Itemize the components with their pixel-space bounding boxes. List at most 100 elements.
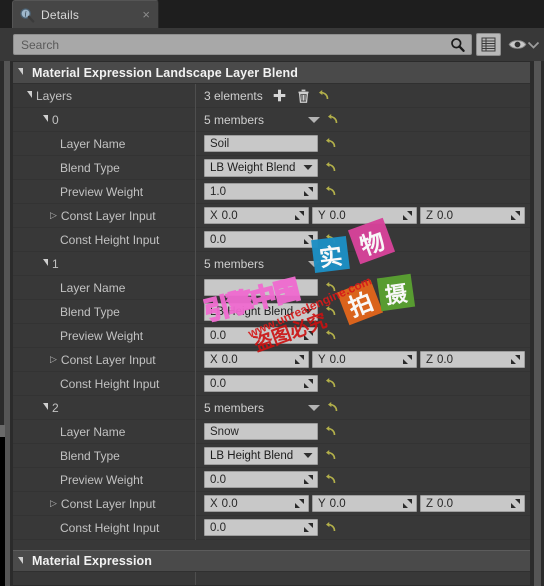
label-cell[interactable]: ▷ Const Layer Input (13, 203, 196, 228)
revert-arrow-icon[interactable] (324, 449, 337, 462)
revert-arrow-icon[interactable] (324, 137, 337, 150)
spinner-drag-icon[interactable] (303, 234, 314, 245)
row-const-layer-input: ▷ Const Layer Input X 0.0 Y 0.0 Z 0.0 (13, 203, 530, 228)
preview-weight-input[interactable]: 1.0 (204, 183, 318, 200)
preview-weight-input[interactable]: 0.0 (204, 327, 318, 344)
property-label: Layer Name (60, 280, 126, 295)
revert-arrow-icon[interactable] (326, 257, 339, 270)
layer-name-input[interactable]: Soil (204, 135, 318, 152)
field-value: 0.0 (210, 473, 226, 486)
details-magnifier-icon: i (19, 7, 35, 23)
tab-details[interactable]: i Details × (12, 0, 159, 28)
blend-type-dropdown[interactable]: LB Height Blend (204, 446, 318, 465)
label-cell[interactable]: 0 (13, 107, 196, 132)
vector-input-group: X 0.0 Y 0.0 Z 0.0 (204, 207, 525, 224)
category-header-landscape-layer-blend[interactable]: Material Expression Landscape Layer Blen… (13, 62, 530, 84)
vector-z-input[interactable]: Z 0.0 (420, 207, 525, 224)
row-blend-type: Blend Type LB Height Blend (13, 443, 530, 468)
label-cell: Const Height Input (13, 371, 196, 396)
value-cell: 5 members (196, 108, 530, 132)
revert-arrow-icon[interactable] (326, 401, 339, 414)
member-count: 5 members (204, 112, 265, 127)
spinner-drag-icon[interactable] (510, 498, 521, 509)
revert-arrow-icon[interactable] (324, 521, 337, 534)
label-cell[interactable]: ▷ Const Layer Input (13, 347, 196, 372)
revert-arrow-icon[interactable] (324, 377, 337, 390)
revert-arrow-icon[interactable] (324, 281, 337, 294)
vector-y-input[interactable]: Y 0.0 (312, 207, 417, 224)
preview-weight-input[interactable]: 0.0 (204, 471, 318, 488)
field-value: 0.0 (437, 209, 454, 222)
vector-z-input[interactable]: Z 0.0 (420, 495, 525, 512)
blend-type-dropdown[interactable]: LB Weight Blend (204, 158, 318, 177)
revert-arrow-icon[interactable] (326, 113, 339, 126)
vector-z-input[interactable]: Z 0.0 (420, 351, 525, 368)
const-height-input[interactable]: 0.0 (204, 231, 318, 248)
revert-arrow-icon[interactable] (324, 233, 337, 246)
spinner-drag-icon[interactable] (303, 330, 314, 341)
grid-view-button[interactable] (476, 33, 501, 56)
revert-arrow-icon[interactable] (324, 161, 337, 174)
property-label: Layers (36, 88, 73, 103)
vector-y-input[interactable]: Y 0.0 (312, 495, 417, 512)
spinner-drag-icon[interactable] (402, 210, 413, 221)
spinner-drag-icon[interactable] (303, 186, 314, 197)
vector-x-input[interactable]: X 0.0 (204, 495, 309, 512)
vertical-scrollbar[interactable] (531, 61, 544, 586)
spinner-drag-icon[interactable] (294, 210, 305, 221)
spinner-drag-icon[interactable] (402, 498, 413, 509)
category-title: Material Expression (32, 554, 153, 568)
vector-x-input[interactable]: X 0.0 (204, 351, 309, 368)
const-height-input[interactable]: 0.0 (204, 519, 318, 536)
chevron-down-icon[interactable] (308, 404, 321, 411)
spinner-drag-icon[interactable] (510, 354, 521, 365)
chevron-down-icon[interactable] (308, 116, 321, 123)
blend-type-dropdown[interactable]: LB Height Blend (204, 302, 318, 321)
spinner-drag-icon[interactable] (510, 210, 521, 221)
spinner-drag-icon[interactable] (303, 474, 314, 485)
revert-arrow-icon[interactable] (324, 473, 337, 486)
label-cell[interactable]: ▷ Const Layer Input (13, 491, 196, 516)
revert-arrow-icon[interactable] (324, 329, 337, 342)
spinner-drag-icon[interactable] (303, 378, 314, 389)
revert-arrow-icon[interactable] (324, 185, 337, 198)
const-height-input[interactable]: 0.0 (204, 375, 318, 392)
vector-x-input[interactable]: X 0.0 (204, 207, 309, 224)
field-value: 1.0 (210, 185, 226, 198)
revert-arrow-icon[interactable] (324, 425, 337, 438)
layer-index-label: 0 (52, 112, 59, 127)
search-input[interactable]: Search (13, 34, 472, 55)
label-cell: Const Height Input (13, 227, 196, 252)
close-icon[interactable]: × (140, 8, 152, 21)
spinner-drag-icon[interactable] (294, 498, 305, 509)
add-element-button[interactable] (272, 88, 287, 103)
view-options-dropdown[interactable] (527, 33, 540, 56)
expand-triangle-icon: ▷ (50, 498, 57, 508)
row-const-layer-input: ▷ Const Layer Input X 0.0 Y 0.0 Z 0.0 (13, 491, 530, 516)
layer-name-input[interactable]: Snow (204, 423, 318, 440)
spinner-drag-icon[interactable] (402, 354, 413, 365)
visibility-toggle-button[interactable] (507, 33, 527, 56)
vector-y-input[interactable]: Y 0.0 (312, 351, 417, 368)
label-cell[interactable]: 2 (13, 395, 196, 420)
vector-input-group: X 0.0 Y 0.0 Z 0.0 (204, 351, 525, 368)
chevron-down-icon (303, 309, 313, 314)
category-header-material-expression[interactable]: Material Expression (13, 550, 530, 572)
revert-arrow-icon[interactable] (317, 89, 330, 102)
chevron-down-icon[interactable] (308, 260, 321, 267)
layer-name-input[interactable] (204, 279, 318, 296)
layer-index-label: 1 (52, 256, 59, 271)
property-label: Const Layer Input (60, 208, 156, 223)
delete-all-button[interactable] (296, 88, 311, 103)
label-cell[interactable]: 1 (13, 251, 196, 276)
row-layer-name: Layer Name Snow (13, 419, 530, 444)
revert-arrow-icon[interactable] (324, 305, 337, 318)
field-value: 0.0 (437, 353, 454, 366)
label-cell[interactable]: Layers (13, 83, 196, 108)
value-cell: 0.0 (196, 228, 530, 252)
spinner-drag-icon[interactable] (303, 522, 314, 533)
property-label: Const Layer Input (60, 352, 156, 367)
spinner-drag-icon[interactable] (294, 354, 305, 365)
row-layer-index: 2 5 members (13, 395, 530, 420)
expand-triangle-icon: ▷ (50, 210, 57, 220)
